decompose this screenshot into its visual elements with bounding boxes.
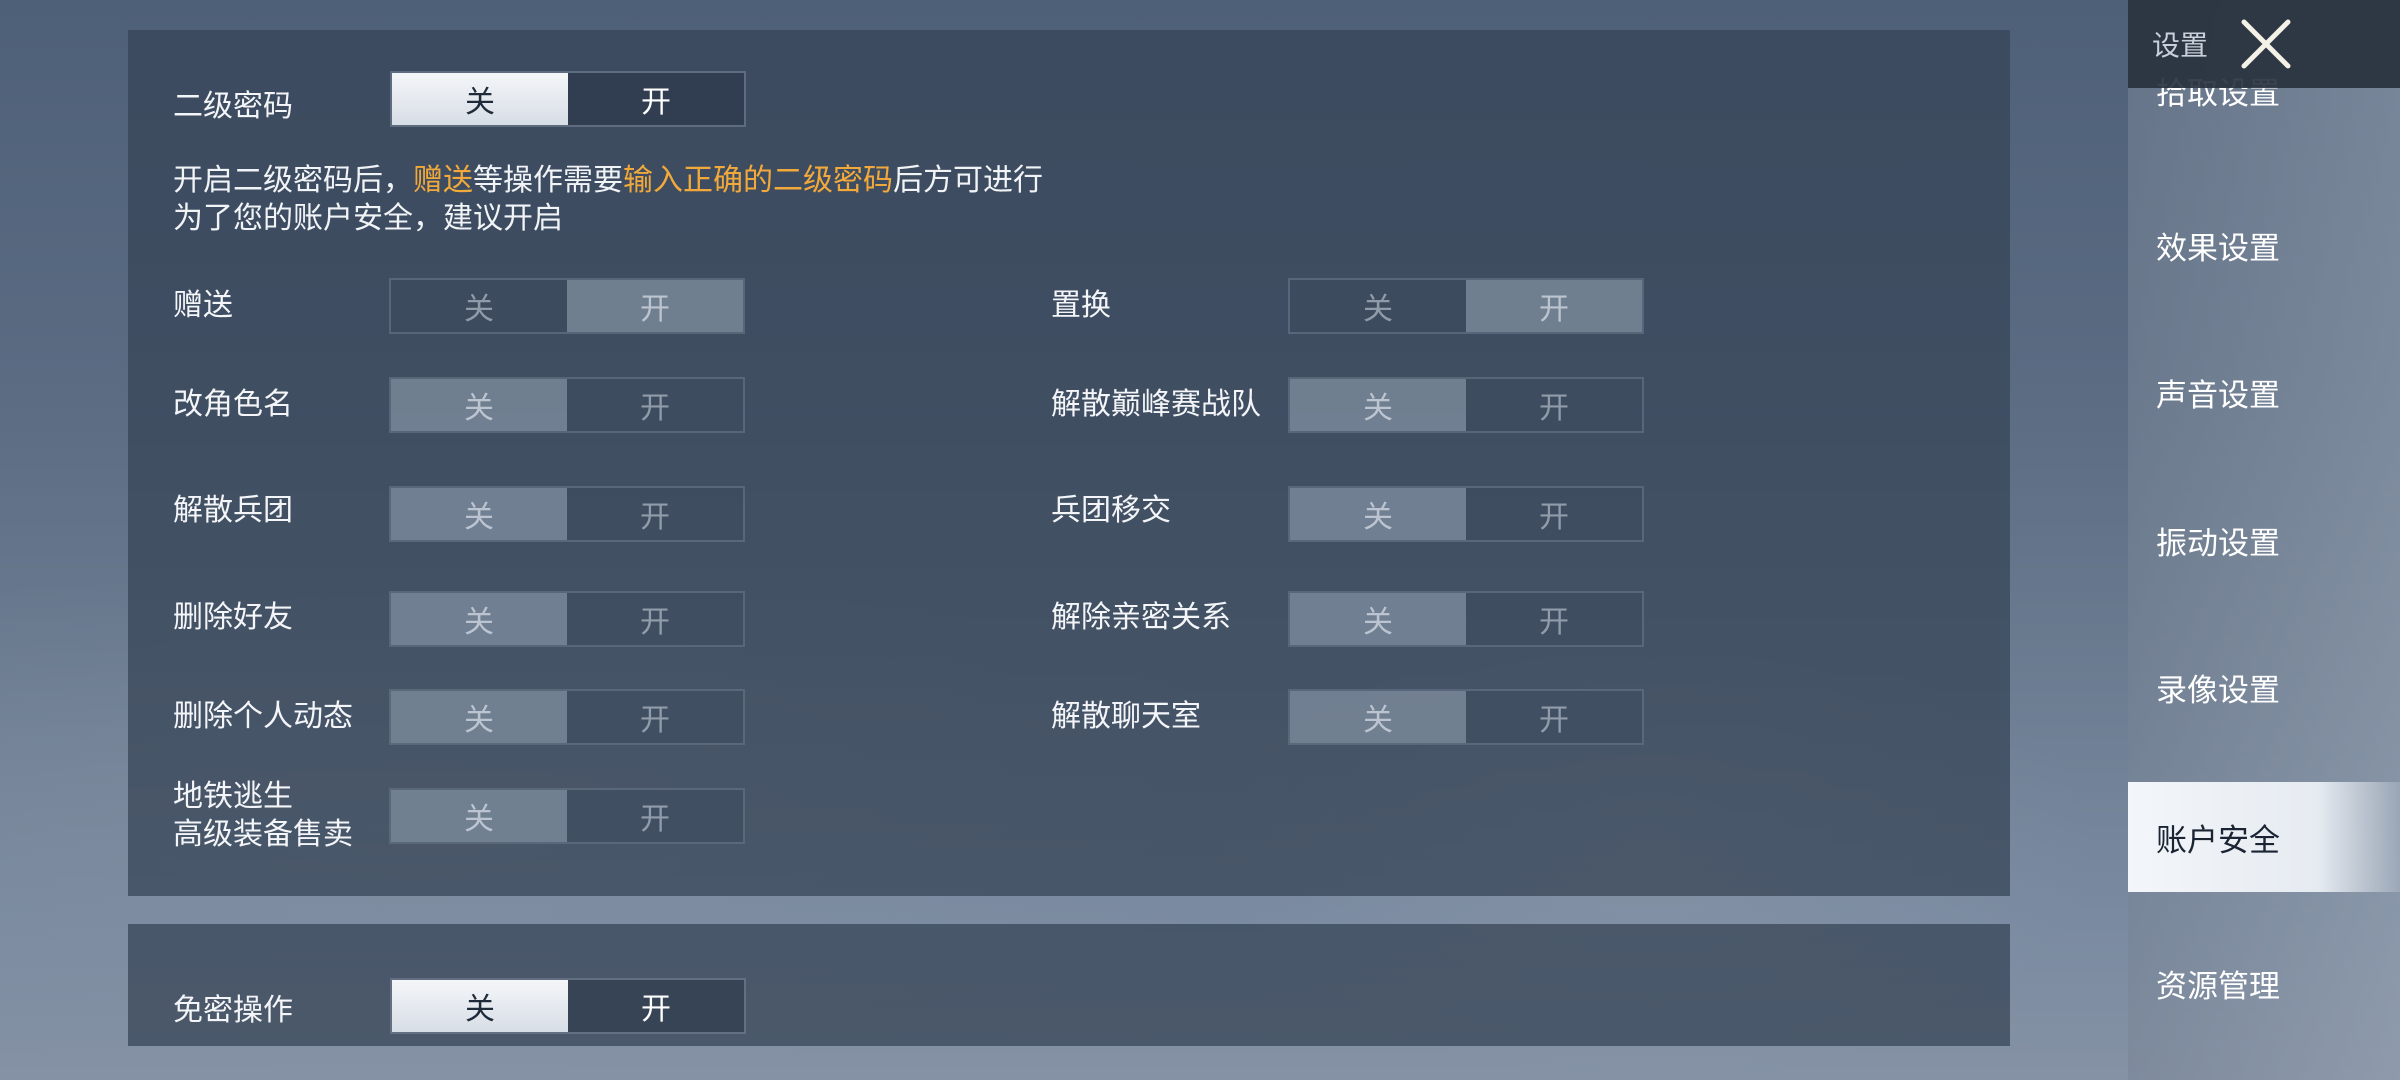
- secondary-password-label: 二级密码: [173, 89, 293, 124]
- toggle-off-option: 关: [1363, 292, 1393, 327]
- disband-legion-toggle: 关 开: [389, 486, 745, 542]
- toggle-off-option: 关: [1290, 593, 1466, 645]
- toggle-off-option[interactable]: 关: [392, 980, 568, 1032]
- sidebar-item-resources[interactable]: 资源管理: [2128, 928, 2400, 1038]
- close-x-icon: [2241, 19, 2291, 69]
- toggle-off-option[interactable]: 关: [392, 73, 568, 125]
- release-intimacy-toggle: 关 开: [1288, 591, 1644, 647]
- sidebar-item-account-security[interactable]: 账户安全: [2128, 782, 2400, 892]
- toggle-on-option: 开: [1539, 391, 1569, 426]
- metro-sale-line-1: 地铁逃生: [173, 779, 293, 814]
- toggle-on-option: 开: [1466, 280, 1642, 332]
- secondary-password-panel: [128, 30, 2010, 896]
- operation-label-transfer-legion: 兵团移交: [1051, 493, 1171, 528]
- sidebar-item-label: 声音设置: [2156, 377, 2280, 414]
- operation-label-delete-moments: 删除个人动态: [173, 699, 353, 734]
- secondary-password-description: 开启二级密码后，赠送等操作需要输入正确的二级密码后方可进行 为了您的账户安全，建…: [173, 162, 1043, 238]
- operation-label-disband-chatroom: 解散聊天室: [1051, 699, 1201, 734]
- operation-label-exchange: 置换: [1051, 288, 1111, 323]
- toggle-on-option: 开: [640, 391, 670, 426]
- toggle-on-option: 开: [640, 500, 670, 535]
- operation-label-release-intimacy: 解除亲密关系: [1051, 600, 1231, 635]
- toggle-on-option: 开: [640, 703, 670, 738]
- disband-chatroom-toggle: 关 开: [1288, 689, 1644, 745]
- toggle-off-option: 关: [391, 593, 567, 645]
- settings-sidebar: 拾取设置 设置 效果设置 声音设置 振动设置 录像设置 账户安全 资源管理: [2128, 0, 2400, 1080]
- toggle-on-option[interactable]: 开: [568, 980, 744, 1032]
- sidebar-item-recording[interactable]: 录像设置: [2128, 632, 2400, 742]
- toggle-off-option: 关: [1290, 488, 1466, 540]
- toggle-on-option: 开: [640, 605, 670, 640]
- operation-label-metro-sale: 地铁逃生 高级装备售卖: [173, 778, 353, 854]
- exchange-toggle: 关 开: [1288, 278, 1644, 334]
- toggle-off-option: 关: [1290, 379, 1466, 431]
- toggle-on-option: 开: [640, 802, 670, 837]
- metro-sale-toggle: 关 开: [389, 788, 745, 844]
- secondary-password-toggle[interactable]: 关 开: [390, 71, 746, 127]
- highlight-enter-password: 输入正确的二级密码: [623, 163, 893, 198]
- sidebar-item-sound[interactable]: 声音设置: [2128, 337, 2400, 447]
- sidebar-item-effects[interactable]: 效果设置: [2128, 190, 2400, 300]
- password-free-toggle[interactable]: 关 开: [390, 978, 746, 1034]
- rename-role-toggle: 关 开: [389, 377, 745, 433]
- toggle-off-option: 关: [391, 691, 567, 743]
- operation-label-rename-role: 改角色名: [173, 387, 293, 422]
- toggle-on-option[interactable]: 开: [568, 73, 744, 125]
- transfer-legion-toggle: 关 开: [1288, 486, 1644, 542]
- delete-friend-toggle: 关 开: [389, 591, 745, 647]
- description-line-1: 开启二级密码后，赠送等操作需要输入正确的二级密码后方可进行: [173, 163, 1043, 198]
- toggle-on-option: 开: [567, 280, 743, 332]
- toggle-on-option: 开: [1539, 703, 1569, 738]
- operation-label-gift: 赠送: [173, 288, 233, 323]
- toggle-on-option: 开: [1539, 605, 1569, 640]
- password-free-label: 免密操作: [173, 993, 293, 1028]
- toggle-off-option: 关: [391, 379, 567, 431]
- disband-peak-team-toggle: 关 开: [1288, 377, 1644, 433]
- operation-label-disband-legion: 解散兵团: [173, 493, 293, 528]
- operation-label-delete-friend: 删除好友: [173, 600, 293, 635]
- operation-label-disband-peak-team: 解散巅峰赛战队: [1051, 387, 1261, 422]
- toggle-off-option: 关: [1290, 691, 1466, 743]
- sidebar-header: 设置: [2128, 0, 2400, 88]
- description-line-2: 为了您的账户安全，建议开启: [173, 201, 563, 236]
- sidebar-item-label: 账户安全: [2156, 822, 2280, 859]
- sidebar-item-label: 资源管理: [2156, 968, 2280, 1005]
- metro-sale-line-2: 高级装备售卖: [173, 817, 353, 852]
- delete-moments-toggle: 关 开: [389, 689, 745, 745]
- toggle-on-option: 开: [1539, 500, 1569, 535]
- toggle-off-option: 关: [464, 292, 494, 327]
- sidebar-item-label: 效果设置: [2156, 230, 2280, 267]
- highlight-gift: 赠送: [413, 163, 473, 198]
- toggle-off-option: 关: [391, 790, 567, 842]
- toggle-off-option: 关: [391, 488, 567, 540]
- sidebar-item-label: 振动设置: [2156, 525, 2280, 562]
- sidebar-item-vibration[interactable]: 振动设置: [2128, 485, 2400, 595]
- settings-title: 设置: [2152, 29, 2209, 62]
- sidebar-item-pickup[interactable]: 拾取设置: [2128, 76, 2400, 146]
- close-button[interactable]: [2228, 10, 2304, 78]
- gift-toggle: 关 开: [389, 278, 745, 334]
- sidebar-item-label: 录像设置: [2156, 672, 2280, 709]
